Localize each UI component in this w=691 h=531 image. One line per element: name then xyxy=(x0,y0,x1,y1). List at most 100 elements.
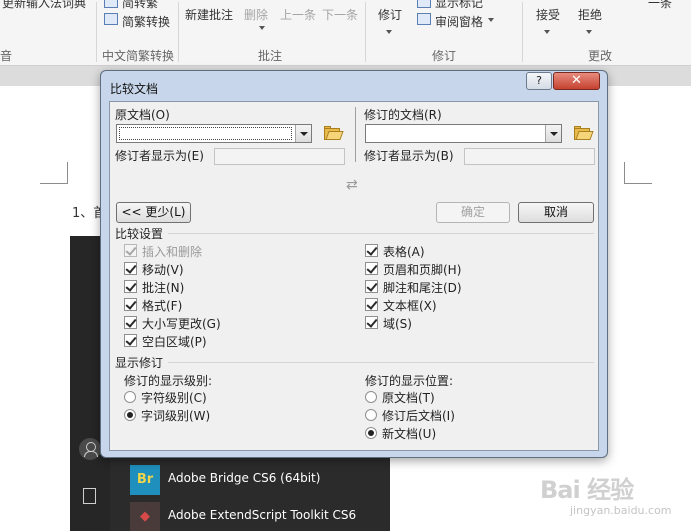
simplified-to-traditional-icon xyxy=(104,0,118,8)
start-menu-item-extendscript-toolkit[interactable]: ◆ Adobe ExtendScript Toolkit CS6 xyxy=(126,499,390,531)
next-comment-button[interactable]: 下一条 xyxy=(322,6,358,23)
radio-label: 字符级别(C) xyxy=(141,391,207,405)
ribbon-separator xyxy=(96,2,97,62)
original-document-combo[interactable] xyxy=(116,124,312,143)
update-ime-dictionary-button[interactable]: 更新输入法词典 xyxy=(2,0,86,11)
checkbox-box xyxy=(365,244,378,257)
ribbon: 更新输入法词典 简转繁 简繁转换 音 中文简繁转换 新建批注 删除 上一条 下一… xyxy=(0,0,691,66)
user-icon[interactable] xyxy=(79,438,101,460)
checkbox-box xyxy=(124,244,137,257)
previous-comment-button[interactable]: 上一条 xyxy=(280,6,316,23)
close-button[interactable]: ✕ xyxy=(553,72,600,90)
watermark-brand: Bai 经验 xyxy=(540,476,634,504)
chevron-down-icon[interactable] xyxy=(545,125,561,142)
margin-corner-mark xyxy=(40,162,68,184)
checkbox-box xyxy=(124,334,137,347)
show-changes-in-label: 修订的显示位置: xyxy=(365,374,454,388)
swap-documents-icon[interactable]: ⇄ xyxy=(346,178,364,192)
focus-rect xyxy=(119,127,292,140)
trad-simp-convert-button[interactable]: 简繁转换 xyxy=(122,13,170,30)
checkbox-box xyxy=(365,298,378,311)
revised-label-changes-input[interactable] xyxy=(464,148,595,165)
checkbox-box xyxy=(365,262,378,275)
checkbox-label: 批注(N) xyxy=(142,281,185,295)
checkbox-box xyxy=(124,280,137,293)
radio-dot xyxy=(365,391,377,403)
reviewing-pane-button[interactable]: 审阅窗格 xyxy=(435,13,483,30)
new-comment-button[interactable]: 新建批注 xyxy=(185,6,233,23)
track-changes-button[interactable]: 修订 xyxy=(378,6,402,23)
revised-label-changes-label: 修订者显示为(B) xyxy=(364,149,454,163)
checkbox-box xyxy=(124,262,137,275)
file-icon[interactable] xyxy=(83,488,96,504)
radio-label: 原文档(T) xyxy=(382,391,435,405)
checkbox-label: 插入和删除 xyxy=(142,245,203,259)
radio-dot xyxy=(365,409,377,421)
revised-document-combo[interactable] xyxy=(365,124,562,143)
vertical-divider xyxy=(355,107,356,162)
show-markup-button[interactable]: 显示标记 xyxy=(435,0,483,11)
radio-label: 新文档(U) xyxy=(382,427,437,441)
checkbox-box xyxy=(124,316,137,329)
checkbox-box xyxy=(365,316,378,329)
radio-label: 字词级别(W) xyxy=(141,409,211,423)
ribbon-separator xyxy=(365,2,366,62)
group-label-changes: 更改 xyxy=(588,49,613,63)
radio-dot xyxy=(124,391,136,403)
checkbox-label: 文本框(X) xyxy=(383,299,437,313)
start-menu-item-label: Adobe Bridge CS6 (64bit) xyxy=(168,471,321,485)
group-label-chinese-conversion: 中文简繁转换 xyxy=(102,49,175,63)
checkbox-label: 页眉和页脚(H) xyxy=(383,263,462,277)
help-button[interactable]: ? xyxy=(526,72,552,90)
ribbon-separator xyxy=(178,2,179,62)
radio-dot xyxy=(365,427,377,439)
checkbox-label: 空白区域(P) xyxy=(142,335,207,349)
section-divider xyxy=(168,362,594,363)
ribbon-separator xyxy=(522,2,523,62)
less-button[interactable]: << 更少(L) xyxy=(116,202,191,223)
delete-comment-button[interactable]: 删除 xyxy=(244,6,268,23)
accept-button[interactable]: 接受 xyxy=(536,6,560,23)
ok-button[interactable]: 确定 xyxy=(436,202,510,223)
checkbox-box xyxy=(124,298,137,311)
checkbox-label: 表格(A) xyxy=(383,245,425,259)
checkbox-label: 大小写更改(G) xyxy=(142,317,221,331)
checkbox-label: 域(S) xyxy=(383,317,412,331)
group-label-left: 音 xyxy=(0,49,13,63)
checkbox-label: 脚注和尾注(D) xyxy=(383,281,462,295)
show-changes-heading: 显示修订 xyxy=(115,356,164,370)
chevron-down-icon[interactable] xyxy=(295,125,311,142)
chevron-down-icon xyxy=(488,18,494,22)
group-label-comments: 批注 xyxy=(258,49,283,63)
start-menu-item-label: Adobe ExtendScript Toolkit CS6 xyxy=(168,508,357,522)
chevron-down-icon xyxy=(259,26,265,30)
dialog-title: 比较文档 xyxy=(110,82,159,96)
section-divider xyxy=(168,233,594,234)
checkbox-box xyxy=(365,280,378,293)
show-markup-icon xyxy=(417,0,431,8)
open-folder-icon[interactable] xyxy=(574,126,594,140)
original-document-label: 原文档(O) xyxy=(115,108,170,122)
group-label-tracking: 修订 xyxy=(432,49,457,63)
baidu-watermark: Bai 经验 jingyan.baidu.com xyxy=(540,470,680,525)
start-menu-item-adobe-bridge[interactable]: Br Adobe Bridge CS6 (64bit) xyxy=(126,462,390,498)
reject-button[interactable]: 拒绝 xyxy=(578,6,602,23)
dialog-body: 原文档(O) 修订者显示为(E) 修订的文档(R) 修订者显示为(B) ⇄ <<… xyxy=(109,101,599,451)
simplified-to-traditional-button[interactable]: 简转繁 xyxy=(122,0,158,11)
extendscript-toolkit-icon: ◆ xyxy=(130,502,160,531)
adobe-bridge-icon: Br xyxy=(130,465,160,495)
cancel-button[interactable]: 取消 xyxy=(518,202,594,223)
comparison-settings-heading: 比较设置 xyxy=(115,227,164,241)
reviewing-pane-icon xyxy=(417,13,431,25)
next-change-button[interactable]: 一条 xyxy=(648,0,672,11)
compare-documents-dialog: 比较文档 ? ✕ 原文档(O) 修订者显示为(E) 修订的文档(R) 修订者显示… xyxy=(100,70,608,458)
trad-simp-convert-icon xyxy=(104,13,118,25)
checkbox-label: 格式(F) xyxy=(142,299,183,313)
revised-document-label: 修订的文档(R) xyxy=(364,108,442,122)
original-label-changes-input[interactable] xyxy=(214,148,345,165)
radio-dot xyxy=(124,409,136,421)
open-folder-icon[interactable] xyxy=(324,126,344,140)
original-label-changes-label: 修订者显示为(E) xyxy=(115,149,204,163)
chevron-down-icon xyxy=(386,30,392,34)
chevron-down-icon xyxy=(586,30,592,34)
